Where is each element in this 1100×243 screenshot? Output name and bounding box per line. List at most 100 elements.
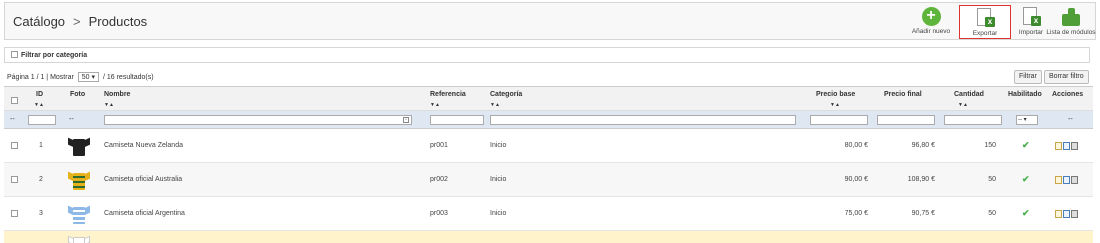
sort-id-icon[interactable]: ▼▲ (34, 102, 44, 108)
breadcrumb-catalog[interactable]: Catálogo (13, 14, 65, 29)
delete-icon[interactable] (1071, 209, 1078, 218)
results-count: / 16 resultado(s) (102, 74, 154, 81)
product-quantity: 50 (988, 210, 996, 217)
filter-base-price-input[interactable] (810, 115, 868, 125)
edit-icon[interactable] (1055, 209, 1062, 218)
col-actions: Acciones (1052, 91, 1084, 98)
product-category: Inicio (490, 142, 507, 149)
product-reference: pr001 (430, 142, 448, 149)
edit-icon[interactable] (1055, 175, 1062, 184)
category-filter-label: Filtrar por categoría (21, 52, 88, 59)
product-thumbnail (68, 135, 90, 157)
breadcrumb-separator: > (73, 14, 81, 29)
row-checkbox-cell (11, 129, 18, 162)
table-row[interactable]: 1 Camiseta Nueva Zelanda pr001 Inicio 80… (4, 129, 1093, 163)
row-checkbox-cell (11, 197, 18, 230)
filter-row: -- -- ▫ -- ▾ -- (4, 111, 1093, 129)
col-enabled: Habilitado (1008, 91, 1042, 98)
product-thumbnail (68, 169, 90, 191)
filter-quantity-input[interactable] (944, 115, 1002, 125)
table-row[interactable]: 3 Camiseta oficial Argentina pr003 Inici… (4, 197, 1093, 231)
product-thumbnail (68, 203, 90, 225)
delete-icon[interactable] (1071, 141, 1078, 150)
delete-icon[interactable] (1071, 175, 1078, 184)
filter-name-input[interactable]: ▫ (104, 115, 412, 125)
filter-dash-select: -- (10, 116, 15, 123)
row-actions (1055, 129, 1078, 162)
product-base-price: 75,00 € (844, 210, 868, 217)
category-filter-checkbox[interactable] (11, 51, 18, 58)
product-name: Camiseta Nueva Zelanda (104, 142, 183, 149)
per-page-value: 50 (81, 74, 90, 81)
reset-filter-button[interactable]: Borrar filtro (1044, 70, 1089, 84)
enabled-check-icon[interactable]: ✔ (1022, 197, 1030, 230)
add-new-button[interactable]: + Añadir nuevo (905, 5, 957, 39)
filter-category-input[interactable] (490, 115, 796, 125)
modules-list-button[interactable]: Lista de módulos (1045, 5, 1097, 39)
category-filter-toggle[interactable]: Filtrar por categoría (4, 47, 1090, 63)
per-page-select[interactable]: 50 ▾ (77, 72, 100, 82)
enabled-check-icon[interactable]: ✔ (1022, 129, 1030, 162)
export-label: Exportar (972, 30, 998, 37)
sort-base-price-icon[interactable]: ▼▲ (830, 102, 840, 108)
duplicate-icon[interactable] (1063, 209, 1070, 218)
table-row-partial[interactable] (4, 231, 1093, 243)
import-excel-icon: x (1020, 7, 1042, 27)
filter-enabled-value: -- (1018, 117, 1022, 123)
filter-id-input[interactable] (28, 115, 56, 125)
product-final-price: 108,90 € (907, 176, 935, 183)
select-all-checkbox-cell (11, 87, 18, 110)
page-title: Productos (88, 14, 148, 29)
product-list-page: Catálogo > Productos + Añadir nuevo x Expo… (0, 0, 1100, 243)
col-photo: Foto (70, 91, 86, 98)
product-name: Camiseta oficial Australia (104, 176, 183, 183)
add-icon: + (921, 7, 941, 26)
sort-category-icon[interactable]: ▼▲ (490, 102, 500, 108)
product-category: Inicio (490, 176, 507, 183)
sort-quantity-icon[interactable]: ▼▲ (958, 102, 968, 108)
duplicate-icon[interactable] (1063, 175, 1070, 184)
product-id: 2 (39, 176, 43, 183)
product-base-price: 90,00 € (844, 176, 868, 183)
page-header-toolbar: Catálogo > Productos + Añadir nuevo x Expo… (4, 2, 1096, 40)
product-id: 3 (39, 210, 43, 217)
product-final-price: 96,80 € (911, 142, 935, 149)
product-quantity: 150 (984, 142, 996, 149)
table-row[interactable]: 2 Camiseta oficial Australia pr002 Inici… (4, 163, 1093, 197)
row-checkbox[interactable] (11, 142, 18, 149)
product-thumbnail (68, 233, 90, 243)
filter-final-price-input[interactable] (877, 115, 935, 125)
duplicate-icon[interactable] (1063, 141, 1070, 150)
table-header: ID ▼▲ Foto Nombre ▼▲ Referencia ▼▲ Categ… (4, 87, 1093, 111)
row-checkbox[interactable] (11, 210, 18, 217)
select-all-checkbox[interactable] (11, 97, 18, 104)
product-quantity: 50 (988, 176, 996, 183)
product-reference: pr002 (430, 176, 448, 183)
product-base-price: 80,00 € (844, 142, 868, 149)
filter-button[interactable]: Filtrar (1014, 70, 1042, 84)
row-actions (1055, 197, 1078, 230)
add-new-label: Añadir nuevo (911, 28, 951, 35)
product-reference: pr003 (430, 210, 448, 217)
filter-reference-input[interactable] (430, 115, 484, 125)
row-checkbox[interactable] (11, 176, 18, 183)
product-name: Camiseta oficial Argentina (104, 210, 185, 217)
sort-reference-icon[interactable]: ▼▲ (430, 102, 440, 108)
product-id: 1 (39, 142, 43, 149)
product-category: Inicio (490, 210, 507, 217)
export-excel-icon: x (974, 8, 996, 28)
pagination: Página 1 / 1 | Mostrar 50 ▾ / 16 resulta… (7, 72, 154, 82)
row-actions (1055, 163, 1078, 196)
col-final-price: Precio final (884, 91, 922, 98)
enabled-check-icon[interactable]: ✔ (1022, 163, 1030, 196)
filter-calendar-icon[interactable]: ▫ (403, 117, 409, 123)
product-final-price: 90,75 € (911, 210, 935, 217)
filter-enabled-select[interactable]: -- ▾ (1016, 115, 1038, 125)
modules-puzzle-icon (1060, 7, 1082, 27)
modules-list-label: Lista de módulos (1046, 29, 1096, 36)
filter-photo-dash: -- (69, 116, 74, 123)
pagination-page-text: Página 1 / 1 | Mostrar (7, 74, 74, 81)
export-button[interactable]: x Exportar (959, 5, 1011, 39)
edit-icon[interactable] (1055, 141, 1062, 150)
sort-name-icon[interactable]: ▼▲ (104, 102, 114, 108)
